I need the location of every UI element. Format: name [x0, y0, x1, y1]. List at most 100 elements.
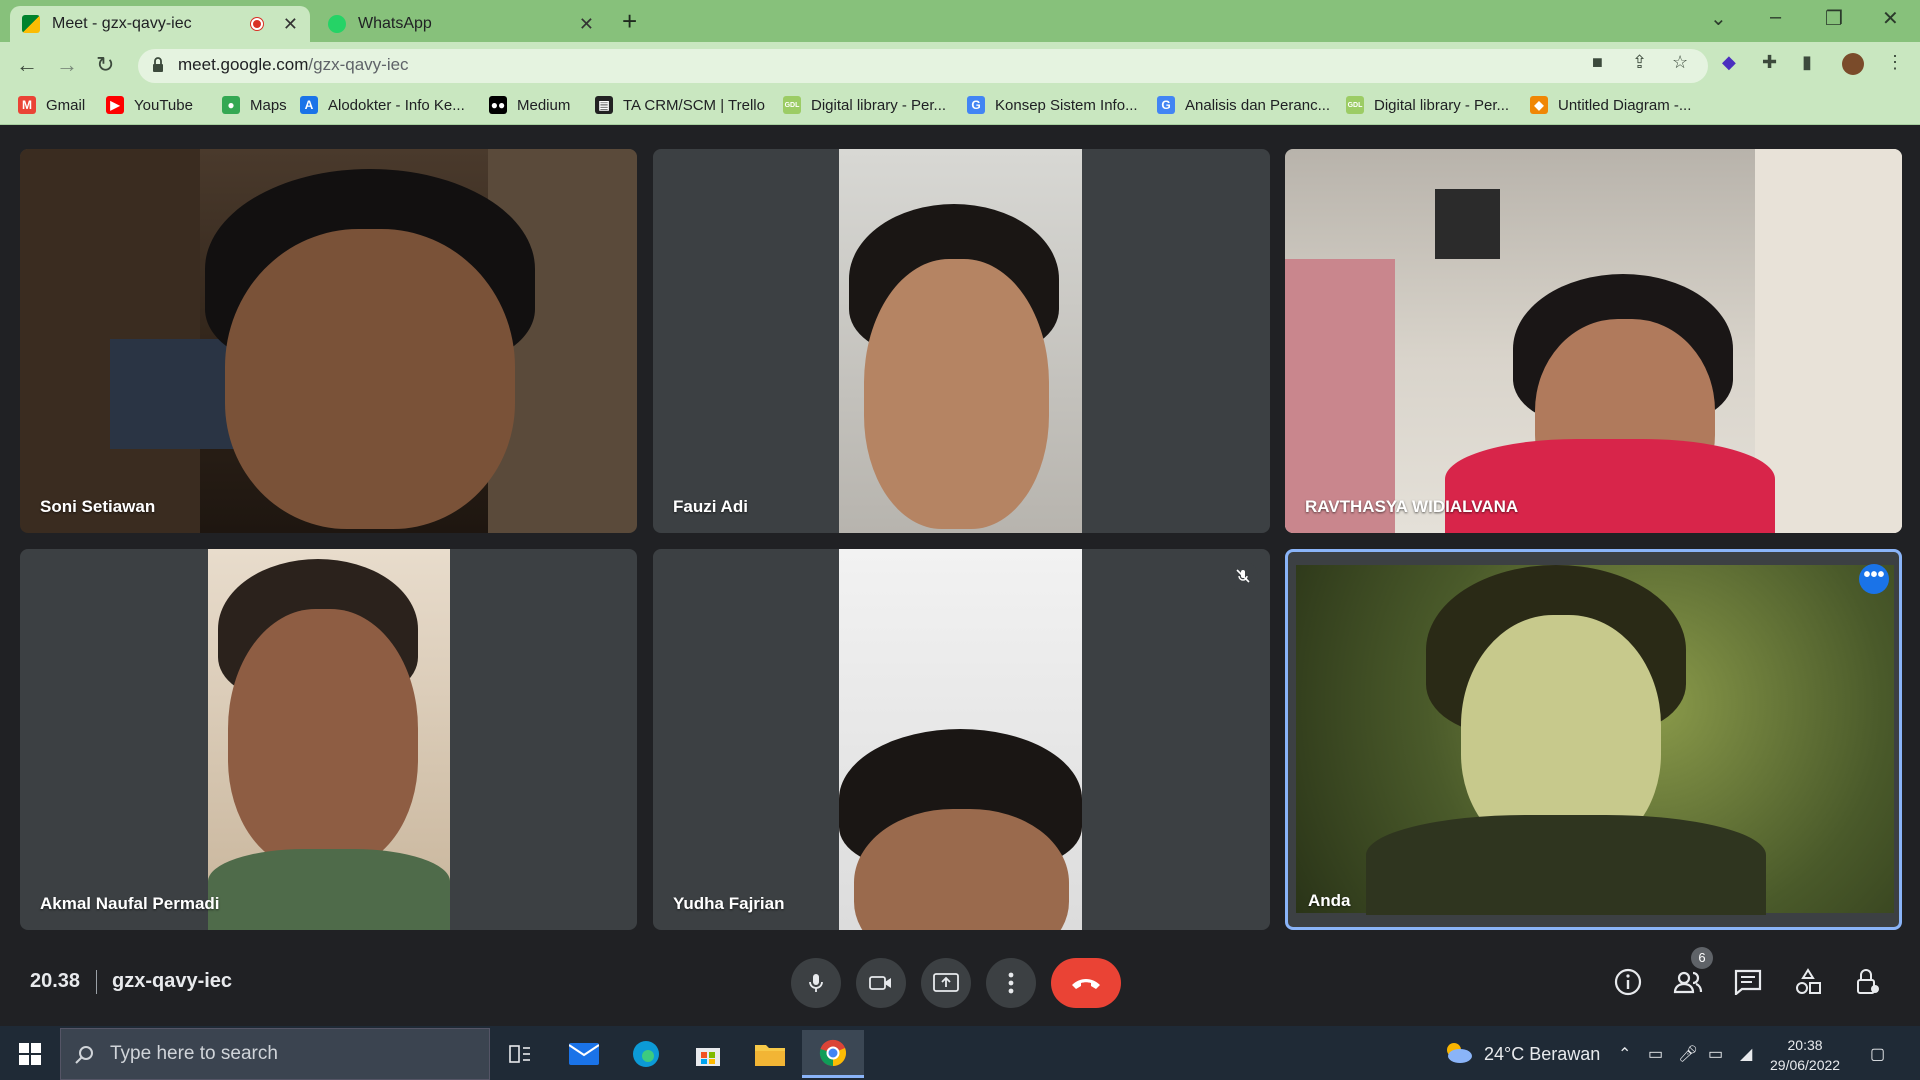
- divider: [96, 970, 97, 994]
- participant-video: [839, 549, 1082, 930]
- drawio-icon: ◆: [1530, 96, 1548, 114]
- leave-call-button[interactable]: [1051, 958, 1121, 1008]
- file-explorer-icon[interactable]: [742, 1030, 798, 1078]
- minimize-icon[interactable]: –: [1770, 6, 1781, 29]
- chrome-taskbar-icon[interactable]: [802, 1030, 864, 1078]
- host-controls-icon[interactable]: [1852, 966, 1884, 998]
- bookmark-item[interactable]: ●● Medium: [489, 96, 570, 114]
- bookmark-item[interactable]: ● Maps: [222, 96, 287, 114]
- self-view-tile[interactable]: ••• Anda: [1285, 549, 1902, 930]
- back-icon[interactable]: ←: [16, 52, 38, 78]
- bookmark-item[interactable]: M Gmail: [18, 96, 85, 114]
- microsoft-store-icon[interactable]: [680, 1030, 736, 1078]
- screen: Meet - gzx-qavy-iec ✕ WhatsApp ✕ + ⌄ – ❐…: [0, 0, 1920, 1080]
- task-view-icon[interactable]: [492, 1030, 548, 1078]
- gmail-icon: M: [18, 96, 36, 114]
- participant-video: [839, 149, 1082, 533]
- participant-name: Akmal Naufal Permadi: [40, 894, 220, 913]
- alodokter-icon: A: [300, 96, 318, 114]
- bookmark-label: Digital library - Per...: [811, 96, 947, 114]
- bookmark-label: Medium: [517, 96, 571, 114]
- medium-icon: ●●: [489, 96, 507, 114]
- bookmark-item[interactable]: A Alodokter - Info Ke...: [300, 96, 465, 114]
- participant-name: Fauzi Adi: [673, 497, 748, 516]
- wifi-icon[interactable]: ◢: [1740, 1044, 1752, 1064]
- participant-tile[interactable]: Fauzi Adi: [653, 149, 1270, 533]
- present-screen-icon: [933, 973, 959, 992]
- meeting-code: gzx-qavy-iec: [112, 970, 233, 992]
- bookmark-label: Gmail: [46, 96, 86, 114]
- bookmark-label: Maps: [250, 96, 287, 114]
- search-placeholder: Type here to search: [110, 1043, 278, 1064]
- side-panel-icon[interactable]: ▮: [1802, 52, 1812, 73]
- search-icon: [75, 1046, 93, 1064]
- bookmark-label: Alodokter - Info Ke...: [328, 96, 465, 114]
- youtube-icon: ▶: [106, 96, 124, 114]
- windows-start-icon[interactable]: [2, 1030, 58, 1078]
- battery-icon[interactable]: ▭: [1708, 1044, 1723, 1064]
- trello-icon: ▤: [595, 96, 613, 114]
- bookmark-item[interactable]: ◆ Untitled Diagram -...: [1530, 96, 1691, 114]
- self-video: [1296, 565, 1894, 915]
- meeting-details-icon[interactable]: [1612, 966, 1644, 998]
- microphone-button[interactable]: [791, 958, 841, 1008]
- extension-icon[interactable]: ◆: [1722, 52, 1736, 73]
- participant-tile[interactable]: Yudha Fajrian: [653, 549, 1270, 930]
- weather-cloud-icon: [1447, 1043, 1472, 1063]
- reload-icon[interactable]: ↻: [96, 52, 114, 78]
- chrome-menu-icon[interactable]: ⋮: [1886, 52, 1904, 73]
- participant-tile[interactable]: Soni Setiawan: [20, 149, 637, 533]
- bookmark-item[interactable]: G Konsep Sistem Info...: [967, 96, 1138, 114]
- video-camera-icon: [869, 976, 891, 990]
- participant-video: [20, 149, 637, 533]
- extensions-puzzle-icon[interactable]: ✚: [1762, 52, 1777, 73]
- close-window-icon[interactable]: ✕: [1882, 6, 1899, 31]
- camera-button[interactable]: [856, 958, 906, 1008]
- more-options-icon[interactable]: •••: [1859, 564, 1889, 594]
- notification-center-icon[interactable]: ▢: [1870, 1044, 1885, 1064]
- url-host: meet.google.com: [178, 55, 309, 74]
- meeting-time: 20.38: [30, 970, 81, 992]
- edge-browser-icon[interactable]: [618, 1030, 674, 1078]
- people-icon[interactable]: [1672, 966, 1704, 998]
- participant-tile[interactable]: RAVTHASYA WIDIALVANA: [1285, 149, 1902, 533]
- chat-icon[interactable]: [1732, 966, 1764, 998]
- bookmark-item[interactable]: GDL Digital library - Per...: [783, 96, 946, 114]
- people-count-badge: 6: [1691, 947, 1713, 969]
- camera-in-use-icon[interactable]: ■: [1592, 52, 1603, 73]
- hang-up-icon: [1072, 979, 1100, 989]
- meet-indicator-icon[interactable]: ▭: [1648, 1044, 1663, 1064]
- share-icon[interactable]: ⇪: [1632, 52, 1647, 73]
- profile-avatar[interactable]: [1842, 53, 1864, 75]
- tab-search-icon[interactable]: ⌄: [1710, 6, 1727, 31]
- new-tab-icon[interactable]: +: [622, 6, 637, 36]
- bookmark-star-icon[interactable]: ☆: [1672, 52, 1688, 73]
- participant-video: [208, 549, 450, 930]
- participant-name: Yudha Fajrian: [673, 894, 785, 913]
- more-options-button[interactable]: [986, 958, 1036, 1008]
- bookmark-label: Analisis dan Peranc...: [1185, 96, 1331, 114]
- tab-meet[interactable]: Meet - gzx-qavy-iec ✕: [10, 6, 310, 42]
- taskbar-clock[interactable]: 20:38 29/06/2022: [1770, 1035, 1840, 1075]
- bookmark-item[interactable]: ▤ TA CRM/SCM | Trello: [595, 96, 765, 114]
- participant-tile[interactable]: Akmal Naufal Permadi: [20, 549, 637, 930]
- activities-icon[interactable]: [1792, 966, 1824, 998]
- restore-icon[interactable]: ❐: [1825, 6, 1843, 31]
- more-vertical-icon: [1008, 972, 1014, 994]
- bookmark-item[interactable]: ▶ YouTube: [106, 96, 193, 114]
- mail-icon[interactable]: [556, 1030, 612, 1078]
- bookmark-item[interactable]: G Analisis dan Peranc...: [1157, 96, 1330, 114]
- microphone-tray-icon[interactable]: 🎤︎: [1678, 1044, 1698, 1064]
- show-hidden-icons-icon[interactable]: ⌃: [1618, 1044, 1631, 1064]
- present-screen-button[interactable]: [921, 958, 971, 1008]
- google-icon: G: [967, 96, 985, 114]
- weather-text: 24°C Berawan: [1484, 1044, 1601, 1064]
- participant-name: RAVTHASYA WIDIALVANA: [1305, 497, 1519, 516]
- close-tab-icon[interactable]: ✕: [283, 14, 298, 35]
- close-tab-icon[interactable]: ✕: [579, 14, 594, 35]
- bookmark-label: Konsep Sistem Info...: [995, 96, 1138, 114]
- forward-icon[interactable]: →: [56, 52, 78, 78]
- tab-title: WhatsApp: [358, 15, 432, 32]
- bookmark-item[interactable]: GDL Digital library - Per...: [1346, 96, 1509, 114]
- tab-whatsapp[interactable]: WhatsApp ✕: [316, 6, 606, 42]
